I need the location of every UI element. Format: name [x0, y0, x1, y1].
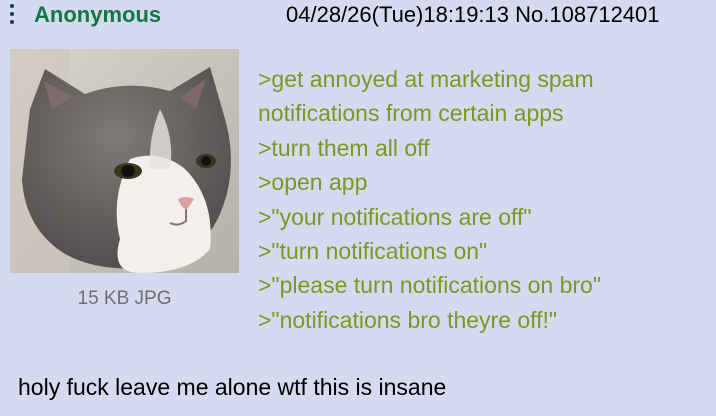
- menu-dot: [10, 12, 14, 16]
- post-number-link[interactable]: No.108712401: [515, 2, 659, 27]
- greentext-line: >"notifications bro theyre off!": [258, 306, 558, 333]
- greentext-line: notifications from certain apps: [258, 100, 564, 127]
- greentext-line: >"your notifications are off": [258, 203, 532, 230]
- cat-photo: [10, 49, 239, 273]
- menu-dot: [10, 4, 14, 8]
- post-datetime: 04/28/26(Tue)18:19:13: [286, 2, 510, 27]
- poster-name: Anonymous: [34, 2, 162, 27]
- greentext-line: >turn them all off: [258, 134, 430, 161]
- greentext-line: >"turn notifications on": [258, 238, 488, 265]
- post-comment: holy fuck leave me alone wtf this is ins…: [18, 374, 447, 400]
- greentext-line: >open app: [258, 169, 368, 196]
- post-greentext: >get annoyed at marketing spam notificat…: [258, 62, 601, 337]
- greentext-line: >get annoyed at marketing spam: [258, 66, 594, 92]
- post-image-thumbnail[interactable]: [10, 49, 239, 273]
- file-info: 15 KB JPG: [77, 288, 172, 309]
- post-menu-icon[interactable]: [9, 4, 15, 28]
- menu-dot: [10, 20, 14, 24]
- post-header-meta: 04/28/26(Tue)18:19:13 No.108712401: [286, 2, 660, 28]
- greentext-line: >"please turn notifications on bro": [258, 272, 602, 299]
